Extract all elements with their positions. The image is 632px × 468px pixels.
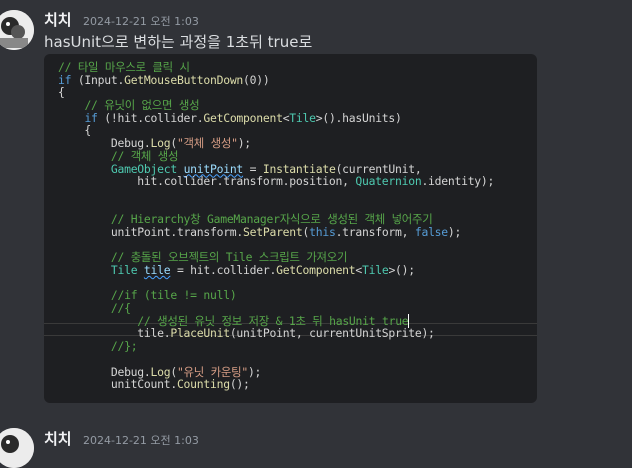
code-token: (); (229, 377, 250, 392)
code-token: .transform, (335, 224, 415, 239)
code-token: (0)) (243, 72, 270, 87)
code-token: .identity); (421, 174, 495, 189)
timestamp: 2024-12-21 오전 1:03 (83, 15, 199, 28)
code-token: hit.collider.transform.position, (58, 174, 356, 189)
code-token: >().hasUnits) (315, 110, 402, 125)
code-token: (!hit.collider. (97, 110, 204, 125)
code-token: "객체 생성" (176, 136, 238, 151)
code-line: unitCount.Counting(); (58, 378, 494, 391)
username[interactable]: 치치 (44, 428, 72, 449)
code-block[interactable]: // 타일 마우스로 클릭 시 if (Input.GetMouseButtonD… (44, 54, 537, 403)
code-line: if (!hit.collider.GetComponent<Tile>().h… (58, 110, 494, 125)
message-text: hasUnit으로 변하는 과정을 1초뒤 true로 (44, 33, 313, 51)
code-token: Counting (176, 377, 230, 392)
code-token: this (309, 224, 336, 239)
code-token: Tile (362, 263, 389, 277)
code-token: unitPoint.transform. (58, 224, 244, 239)
code-token: GetComponent (276, 263, 356, 277)
code-token: ); (447, 224, 462, 239)
code-token: >(); (388, 263, 415, 277)
code-token: PlaceUnit (170, 326, 230, 341)
code-token: false (414, 224, 448, 239)
code-line: //}; (58, 340, 494, 353)
code-token: GetMouseButtonDown (124, 72, 244, 87)
code-token: GetComponent (203, 110, 283, 125)
code-line: if (Input.GetMouseButtonDown(0)) (58, 72, 494, 87)
code-token: (unitPoint, currentUnitSprite); (229, 326, 435, 341)
avatar-image (0, 10, 34, 50)
code-token: Tile (289, 110, 316, 125)
timestamp: 2024-12-21 오전 1:03 (83, 434, 199, 447)
code-token: ); (247, 364, 262, 379)
code-token: SetParent (243, 224, 303, 239)
code-content: // 타일 마우스로 클릭 시 if (Input.GetMouseButtonD… (58, 61, 494, 391)
code-token: Quaternion (355, 174, 422, 189)
code-token: tile (143, 263, 171, 277)
code-token: unitCount. (58, 377, 177, 392)
code-token: < (355, 263, 362, 277)
avatar[interactable] (0, 10, 34, 50)
avatar-image (0, 428, 34, 468)
code-token: ); (237, 136, 251, 151)
code-token: = hit.collider. (170, 263, 277, 277)
avatar[interactable] (0, 428, 34, 468)
code-line: unitPoint.transform.SetParent(this.trans… (58, 226, 494, 239)
username[interactable]: 치치 (44, 9, 72, 30)
code-token: (Input. (71, 72, 125, 87)
code-token: Tile (110, 263, 138, 277)
code-line: hit.collider.transform.position, Quatern… (58, 175, 494, 188)
code-token: //}; (110, 339, 138, 354)
code-line: Tile tile = hit.collider.GetComponent<Ti… (58, 264, 494, 277)
